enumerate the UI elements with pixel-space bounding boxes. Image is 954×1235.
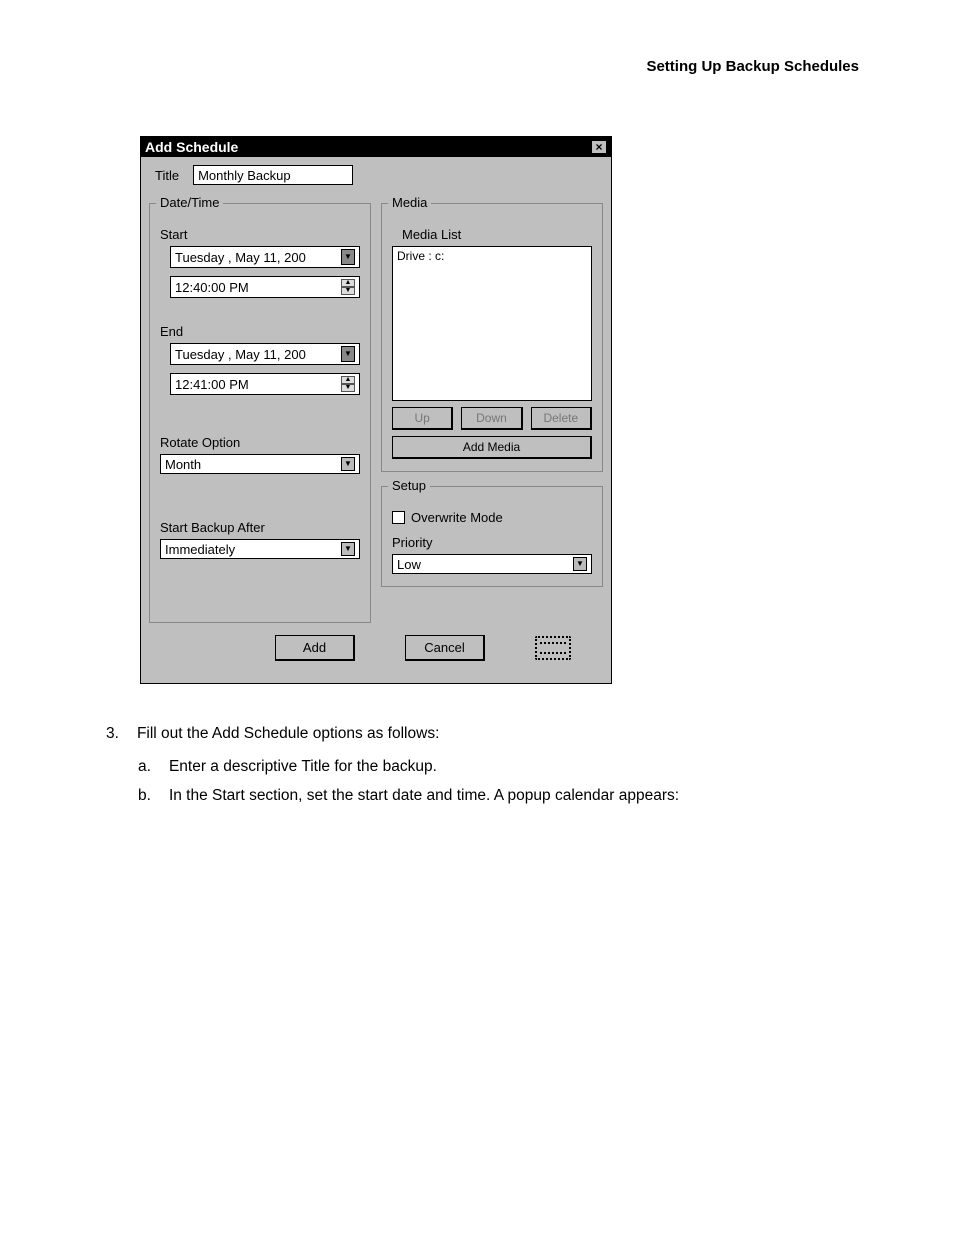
dropdown-arrow-icon[interactable]: ▼	[341, 346, 355, 362]
page-header: Setting Up Backup Schedules	[646, 58, 859, 75]
rotate-value: Month	[165, 457, 201, 472]
dropdown-arrow-icon[interactable]: ▼	[573, 557, 587, 571]
add-button[interactable]: Add	[275, 635, 355, 661]
spinner-icon[interactable]: ▲▼	[341, 376, 355, 392]
start-after-label: Start Backup After	[160, 520, 360, 535]
dialog-title: Add Schedule	[145, 139, 238, 155]
step-number: 3.	[106, 720, 119, 747]
instructions: 3. Fill out the Add Schedule options as …	[106, 720, 866, 809]
start-time-value: 12:40:00 PM	[175, 280, 249, 295]
dialog-body: Title Monthly Backup Date/Time Start Tue…	[141, 157, 611, 683]
overwrite-checkbox[interactable]: Overwrite Mode	[392, 510, 592, 525]
priority-value: Low	[397, 557, 421, 572]
close-icon[interactable]: ×	[591, 140, 607, 154]
step-text: Fill out the Add Schedule options as fol…	[137, 720, 439, 747]
end-label: End	[160, 324, 360, 339]
dropdown-arrow-icon[interactable]: ▼	[341, 542, 355, 556]
media-fieldset: Media Media List Drive : c: Up Down Dele…	[381, 203, 603, 472]
start-date-value: Tuesday , May 11, 200	[175, 250, 306, 265]
checkbox-icon[interactable]	[392, 511, 405, 524]
dialog-button-row: Add Cancel	[149, 623, 603, 675]
substep-a-text: Enter a descriptive Title for the backup…	[169, 753, 437, 780]
datetime-fieldset: Date/Time Start Tuesday , May 11, 200 ▼ …	[149, 203, 371, 623]
up-button[interactable]: Up	[392, 407, 453, 430]
end-date-value: Tuesday , May 11, 200	[175, 347, 306, 362]
media-list-label: Media List	[402, 227, 592, 242]
title-input[interactable]: Monthly Backup	[193, 165, 353, 185]
rotate-label: Rotate Option	[160, 435, 360, 450]
end-time-value: 12:41:00 PM	[175, 377, 249, 392]
substep-b-text: In the Start section, set the start date…	[169, 782, 679, 809]
keyboard-icon	[535, 636, 571, 660]
down-button[interactable]: Down	[461, 407, 522, 430]
start-date-input[interactable]: Tuesday , May 11, 200 ▼	[170, 246, 360, 268]
title-row: Title Monthly Backup	[149, 165, 603, 185]
media-list-item[interactable]: Drive : c:	[397, 249, 587, 263]
dialog-titlebar: Add Schedule ×	[141, 137, 611, 157]
datetime-legend: Date/Time	[156, 195, 223, 210]
title-label: Title	[155, 168, 179, 183]
media-listbox[interactable]: Drive : c:	[392, 246, 592, 401]
media-legend: Media	[388, 195, 431, 210]
add-media-button[interactable]: Add Media	[392, 436, 592, 459]
priority-combo[interactable]: Low ▼	[392, 554, 592, 574]
substep-a-num: a.	[138, 753, 151, 780]
rotate-combo[interactable]: Month ▼	[160, 454, 360, 474]
setup-legend: Setup	[388, 478, 430, 493]
dropdown-arrow-icon[interactable]: ▼	[341, 249, 355, 265]
setup-fieldset: Setup Overwrite Mode Priority Low ▼	[381, 486, 603, 587]
start-after-value: Immediately	[165, 542, 235, 557]
start-after-combo[interactable]: Immediately ▼	[160, 539, 360, 559]
end-time-input[interactable]: 12:41:00 PM ▲▼	[170, 373, 360, 395]
cancel-button[interactable]: Cancel	[405, 635, 485, 661]
overwrite-label: Overwrite Mode	[411, 510, 503, 525]
add-schedule-dialog: Add Schedule × Title Monthly Backup Date…	[140, 136, 612, 684]
spinner-icon[interactable]: ▲▼	[341, 279, 355, 295]
start-time-input[interactable]: 12:40:00 PM ▲▼	[170, 276, 360, 298]
start-label: Start	[160, 227, 360, 242]
priority-label: Priority	[392, 535, 592, 550]
substep-b-num: b.	[138, 782, 151, 809]
delete-button[interactable]: Delete	[531, 407, 592, 430]
end-date-input[interactable]: Tuesday , May 11, 200 ▼	[170, 343, 360, 365]
dropdown-arrow-icon[interactable]: ▼	[341, 457, 355, 471]
